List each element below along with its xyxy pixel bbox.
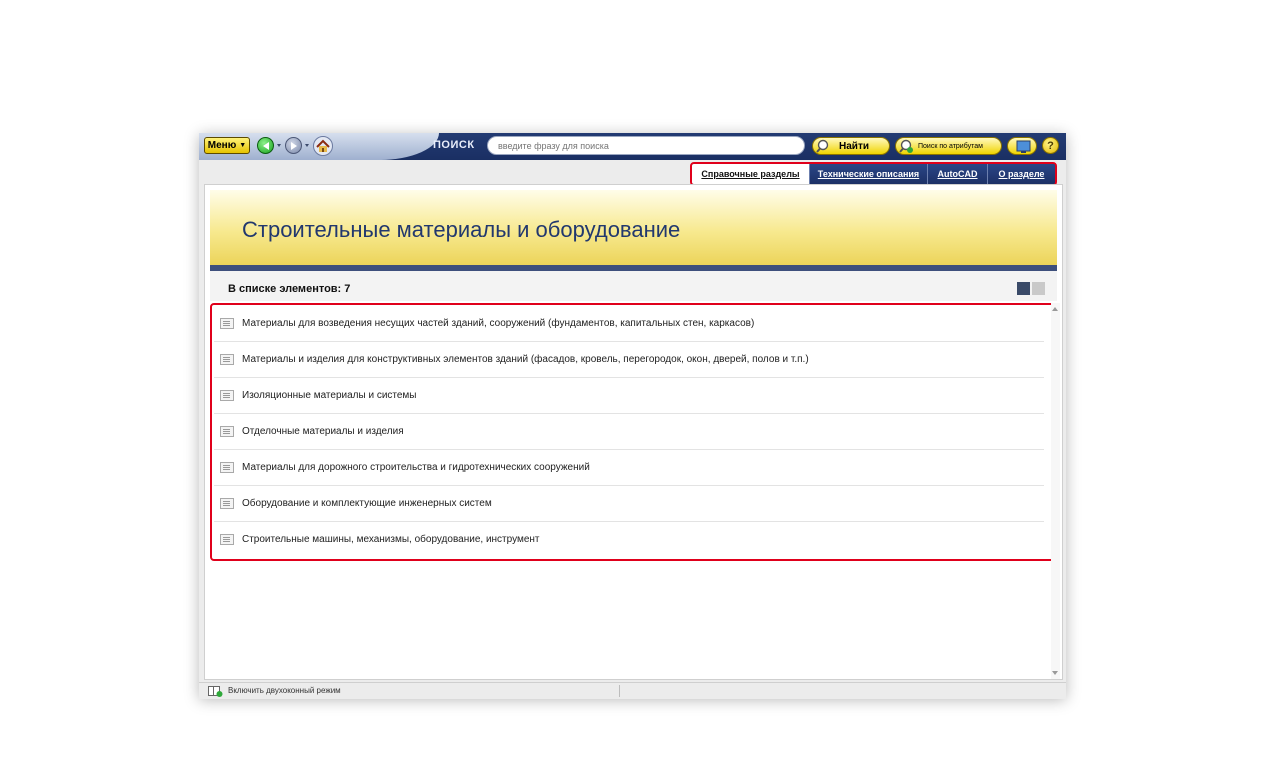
forward-history-caret-icon[interactable]	[305, 144, 309, 147]
back-history-caret-icon[interactable]	[277, 144, 281, 147]
help-icon: ?	[1047, 139, 1054, 152]
tab-autocad[interactable]: AutoCAD	[928, 164, 988, 184]
attribute-search-label: Поиск по атрибутам	[918, 142, 983, 150]
document-icon	[220, 317, 234, 329]
list-item-label: Строительные машины, механизмы, оборудов…	[242, 533, 540, 545]
app-window: Меню ▼ ПОИСК Найти	[199, 133, 1066, 699]
attribute-search-icon	[899, 139, 913, 153]
list-item[interactable]: Изоляционные материалы и системы	[214, 377, 1044, 414]
list-item-label: Оборудование и комплектующие инженерных …	[242, 497, 492, 509]
list-item-label: Изоляционные материалы и системы	[242, 389, 417, 401]
find-button-label: Найти	[839, 140, 869, 152]
menu-button-label: Меню	[207, 140, 237, 151]
back-button[interactable]	[257, 137, 274, 154]
document-icon	[220, 353, 234, 365]
scroll-up-icon[interactable]	[1052, 307, 1058, 311]
item-count-label: В списке элементов: 7	[228, 283, 351, 295]
tab-reference-sections[interactable]: Справочные разделы	[692, 164, 810, 184]
screen-settings-button[interactable]	[1007, 137, 1037, 155]
list-item-label: Отделочные материалы и изделия	[242, 425, 404, 437]
content-panel: Строительные материалы и оборудование В …	[204, 184, 1063, 680]
section-tabs: Справочные разделы Технические описания …	[690, 162, 1057, 186]
home-icon[interactable]	[313, 136, 333, 156]
section-banner: Строительные материалы и оборудование	[210, 190, 1057, 265]
list-item[interactable]: Строительные машины, механизмы, оборудов…	[214, 521, 1044, 557]
list-item[interactable]: Материалы для дорожного строительства и …	[214, 449, 1044, 486]
tab-technical-descriptions[interactable]: Технические описания	[810, 164, 928, 184]
list-item[interactable]: Отделочные материалы и изделия	[214, 413, 1044, 450]
forward-button[interactable]	[285, 137, 302, 154]
search-input[interactable]	[487, 136, 805, 155]
document-icon	[220, 497, 234, 509]
list-item-label: Материалы для возведения несущих частей …	[242, 317, 755, 329]
dual-window-icon[interactable]	[208, 686, 223, 697]
status-divider	[619, 685, 620, 697]
list-item[interactable]: Материалы и изделия для конструктивных э…	[214, 341, 1044, 378]
status-bar: Включить двухоконный режим	[199, 682, 1066, 699]
document-icon	[220, 425, 234, 437]
dual-mode-toggle[interactable]: Включить двухоконный режим	[228, 686, 341, 695]
document-icon	[220, 389, 234, 401]
document-icon	[220, 533, 234, 545]
chevron-down-icon: ▼	[239, 142, 247, 149]
grid-view-icon[interactable]	[1032, 282, 1045, 295]
page-title: Строительные материалы и оборудование	[242, 217, 681, 242]
list-item[interactable]: Материалы для возведения несущих частей …	[214, 305, 1044, 342]
list-item-label: Материалы и изделия для конструктивных э…	[242, 353, 809, 365]
attribute-search-button[interactable]: Поиск по атрибутам	[895, 137, 1002, 155]
tab-about-section[interactable]: О разделе	[988, 164, 1055, 184]
list-view-icon[interactable]	[1017, 282, 1030, 295]
search-label: ПОИСК	[433, 139, 475, 151]
help-button[interactable]: ?	[1042, 137, 1059, 154]
list-item-label: Материалы для дорожного строительства и …	[242, 461, 590, 473]
scroll-down-icon[interactable]	[1052, 671, 1058, 675]
arrow-right-icon	[290, 141, 297, 150]
arrow-left-icon	[262, 141, 269, 150]
monitor-icon	[1016, 140, 1031, 153]
section-list: Материалы для возведения несущих частей …	[210, 303, 1058, 561]
toolbar: Меню ▼ ПОИСК Найти	[199, 133, 1066, 160]
find-button[interactable]: Найти	[812, 137, 890, 155]
document-icon	[220, 461, 234, 473]
list-header: В списке элементов: 7	[210, 271, 1057, 301]
list-item[interactable]: Оборудование и комплектующие инженерных …	[214, 485, 1044, 522]
vertical-scrollbar[interactable]	[1051, 303, 1060, 679]
magnifier-icon	[816, 139, 829, 153]
menu-button[interactable]: Меню ▼	[204, 137, 250, 154]
